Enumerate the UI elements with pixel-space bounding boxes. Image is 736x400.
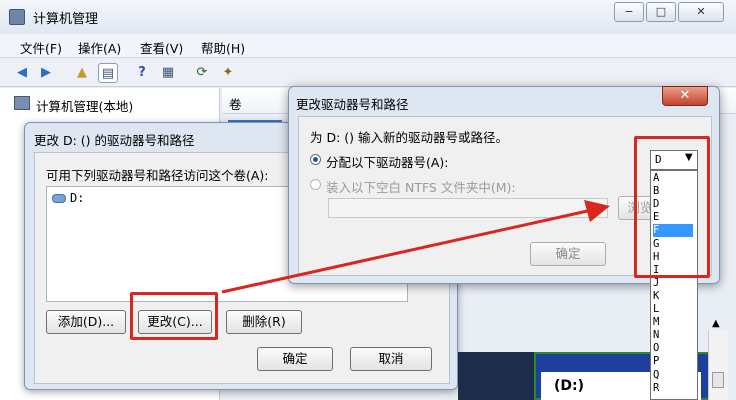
up-folder-icon[interactable]: ▲ xyxy=(72,63,92,83)
close-button[interactable]: ✕ xyxy=(678,2,724,22)
disk-pane-left xyxy=(458,352,534,400)
ok-button[interactable]: 确定 xyxy=(257,347,333,371)
add-button[interactable]: 添加(D)... xyxy=(46,310,126,334)
annotation-box-letters xyxy=(634,136,710,278)
assign-letter-label[interactable]: 分配以下驱动器号(A): xyxy=(326,152,449,171)
properties-icon[interactable]: ▦ xyxy=(158,63,178,83)
column-volume[interactable]: 卷 xyxy=(229,94,242,113)
drive-letter-option[interactable]: M xyxy=(653,316,693,329)
menu-view[interactable]: 查看(V) xyxy=(140,38,183,57)
ok-button[interactable]: 确定 xyxy=(530,242,606,266)
mount-folder-radio[interactable] xyxy=(310,179,321,190)
drive-letter-option[interactable]: O xyxy=(653,342,693,355)
assign-prompt: 为 D: () 输入新的驱动器号或路径。 xyxy=(310,130,509,145)
console-tree-icon[interactable]: ▤ xyxy=(98,63,118,83)
drive-letter-option[interactable]: N xyxy=(653,329,693,342)
tree-item-root[interactable]: 计算机管理(本地) xyxy=(36,96,133,115)
menu-action[interactable]: 操作(A) xyxy=(78,38,121,57)
dialog-title: 更改驱动器号和路径 xyxy=(296,97,409,112)
close-button[interactable]: ✕ xyxy=(662,86,708,106)
remove-button[interactable]: 删除(R) xyxy=(226,310,302,334)
drive-letter-option[interactable]: K xyxy=(653,290,693,303)
drive-letter-option[interactable]: P xyxy=(653,355,693,368)
path-item[interactable]: D: xyxy=(70,191,84,205)
menu-help[interactable]: 帮助(H) xyxy=(201,38,245,57)
scrollbar[interactable] xyxy=(708,330,728,400)
cancel-button[interactable]: 取消 xyxy=(350,347,432,371)
folder-path-input[interactable] xyxy=(328,198,608,218)
scroll-thumb[interactable] xyxy=(712,372,724,388)
drive-letter-option[interactable]: Q xyxy=(653,369,693,382)
partition-label: (D:) xyxy=(554,378,585,394)
maximize-button[interactable]: □ xyxy=(646,2,676,22)
drive-letter-option[interactable]: R xyxy=(653,382,693,395)
computer-icon xyxy=(14,96,30,110)
scroll-up-icon[interactable]: ▲ xyxy=(712,318,720,329)
action-icon[interactable]: ✦ xyxy=(218,63,238,83)
drive-letter-option[interactable]: J xyxy=(653,277,693,290)
back-arrow-icon[interactable]: ◀ xyxy=(12,63,32,83)
computer-management-icon xyxy=(9,9,25,25)
window-title: 计算机管理 xyxy=(33,12,99,27)
drive-letter-option[interactable]: L xyxy=(653,303,693,316)
dialog-title: 更改 D: () 的驱动器号和路径 xyxy=(34,133,195,148)
refresh-icon[interactable]: ⟳ xyxy=(192,63,212,83)
mount-folder-label[interactable]: 装入以下空白 NTFS 文件夹中(M): xyxy=(326,177,516,196)
minimize-button[interactable]: − xyxy=(614,2,644,22)
annotation-box-change xyxy=(130,292,218,340)
drive-icon xyxy=(52,194,66,203)
help-icon[interactable]: ? xyxy=(132,63,152,83)
menu-file[interactable]: 文件(F) xyxy=(20,38,62,57)
assign-letter-radio[interactable] xyxy=(310,154,321,165)
forward-arrow-icon[interactable]: ▶ xyxy=(36,63,56,83)
paths-description: 可用下列驱动器号和路径访问这个卷(A): xyxy=(46,168,269,183)
